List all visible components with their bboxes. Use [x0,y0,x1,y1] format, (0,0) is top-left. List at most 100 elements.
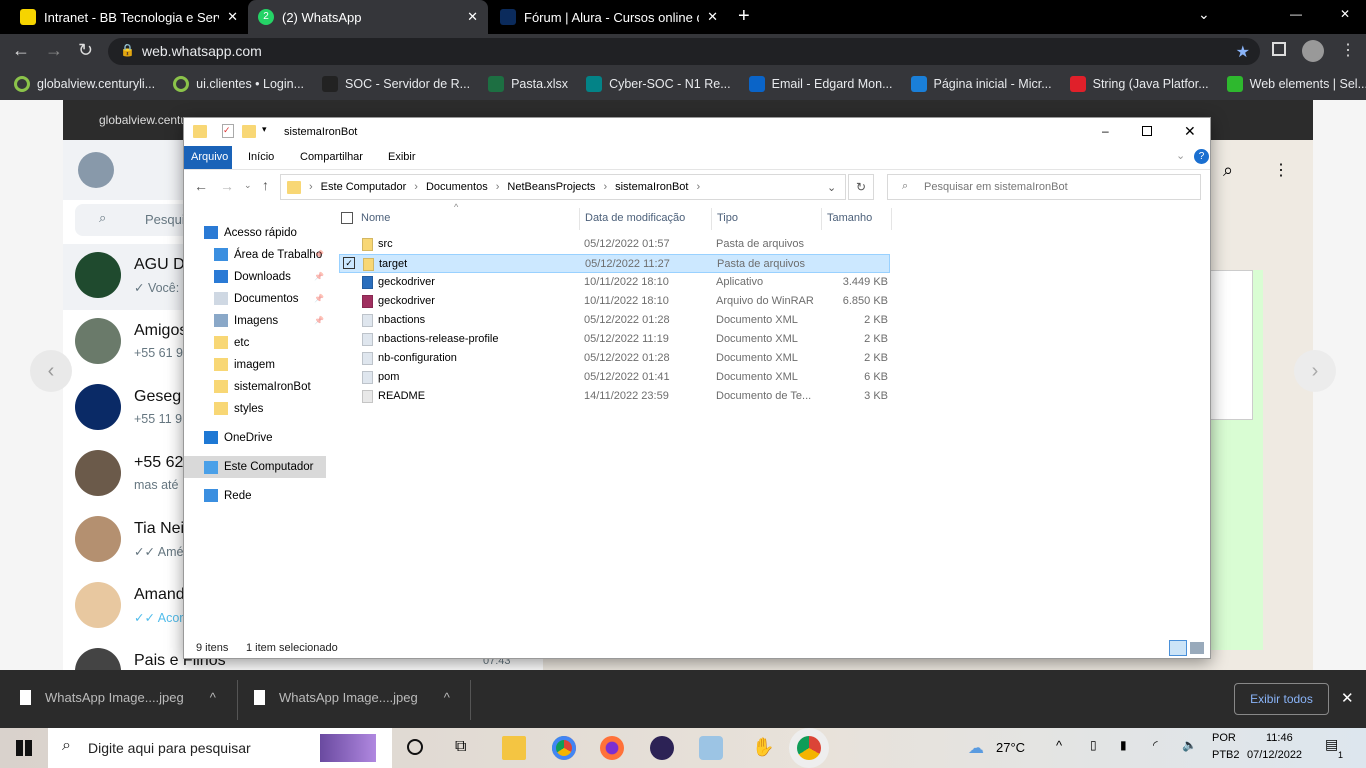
address-breadcrumb[interactable]: › Este Computador › Documentos › NetBeansP… [280,174,846,200]
up-icon[interactable]: ↑ [262,177,269,193]
refresh-icon[interactable]: ↻ [848,174,874,200]
file-explorer-icon[interactable] [502,736,526,760]
breadcrumb-item[interactable]: sistemaIronBot [615,181,688,193]
task-view-icon[interactable]: ⧉ [455,738,466,756]
meet-icon[interactable]: ▯ [1090,738,1097,752]
forward-icon[interactable]: → [220,178,234,194]
breadcrumb-item[interactable]: Documentos [426,181,488,193]
file-row[interactable]: ✓ target 05/12/2022 11:27 Pasta de arquivos [339,254,890,273]
chrome-icon[interactable] [552,736,576,760]
eclipse-icon[interactable] [650,736,674,760]
volume-icon[interactable]: 🔈 [1182,738,1197,752]
close-icon[interactable]: ✕ [1184,123,1196,140]
large-icons-view-button[interactable] [1190,642,1204,654]
bookmark-item[interactable]: Página inicial - Micr... [910,76,1052,92]
battery-icon[interactable]: ▮ [1120,738,1127,752]
bookmark-item[interactable]: Pasta.xlsx [488,76,568,92]
download-item[interactable]: WhatsApp Image....jpeg ^ [20,690,216,705]
new-tab-button[interactable]: + [738,5,750,28]
help-icon[interactable]: ? [1194,149,1209,164]
bookmark-item[interactable]: Email - Edgard Mon... [748,76,893,92]
wifi-icon[interactable]: ◜ [1153,738,1158,752]
file-row[interactable]: src 05/12/2022 01:57 Pasta de arquivos [339,235,890,254]
back-icon[interactable]: ← [12,40,30,61]
file-row[interactable]: nbactions-release-profile 05/12/2022 11:1… [339,330,890,349]
bookmark-item[interactable]: String (Java Platfor... [1069,76,1209,92]
close-tab-icon[interactable]: ✕ [467,9,478,25]
ribbon-tab-inicio[interactable]: Início [248,151,274,163]
file-row[interactable]: nbactions 05/12/2022 01:28 Documento XML 2 … [339,311,890,330]
breadcrumb-item[interactable]: NetBeansProjects [507,181,595,193]
keyboard-layout[interactable]: PTB2 [1212,749,1240,761]
column-data[interactable]: Data de modificação [579,208,685,230]
ribbon-tab-compartilhar[interactable]: Compartilhar [300,151,363,163]
close-tab-icon[interactable]: ✕ [707,9,718,25]
ribbon-tab-arquivo[interactable]: Arquivo [184,146,232,169]
tab-search-icon[interactable]: ⌄ [1198,6,1210,23]
bookmark-item[interactable]: ui.clientes • Login... [173,76,304,92]
clock-time[interactable]: 11:46 [1266,732,1293,744]
bookmark-item[interactable]: Cyber-SOC - N1 Re... [586,76,731,92]
quick-access-dropdown-icon[interactable]: ▾ [262,124,267,135]
forward-icon[interactable]: → [45,40,63,61]
explorer-search-input[interactable]: ⌕ Pesquisar em sistemaIronBot [887,174,1201,200]
close-tab-icon[interactable]: ✕ [227,9,238,25]
details-view-button[interactable] [1169,640,1187,656]
maximize-icon[interactable] [1142,126,1152,136]
file-row[interactable]: nb-configuration 05/12/2022 01:28 Document… [339,349,890,368]
reload-icon[interactable]: ↻ [78,40,93,61]
hand-tool-icon[interactable]: ✋ [752,737,774,758]
address-dropdown-icon[interactable]: ⌄ [827,181,836,194]
chrome-active-icon[interactable] [797,736,821,760]
new-folder-icon[interactable] [242,125,256,138]
recent-locations-icon[interactable]: ⌄ [244,180,252,191]
download-item[interactable]: WhatsApp Image....jpeg ^ [254,690,450,705]
minimize-icon[interactable]: – [1102,124,1109,138]
breadcrumb-item[interactable]: Este Computador [321,181,407,193]
column-tipo[interactable]: Tipo [711,208,738,230]
back-icon[interactable]: ← [194,178,208,194]
avatar[interactable] [78,152,114,188]
next-image-button[interactable]: › [1294,350,1336,392]
bookmark-star-icon[interactable]: ★ [1236,42,1250,62]
previous-image-button[interactable]: ‹ [30,350,72,392]
taskbar-search-input[interactable]: ⌕ Digite aqui para pesquisar [48,728,392,768]
select-all-checkbox[interactable] [341,212,353,224]
menu-icon[interactable]: ⋮ [1273,160,1289,180]
windows-start-icon[interactable] [16,740,32,756]
bookmark-item[interactable]: globalview.centuryli... [14,76,155,92]
close-window-icon[interactable]: ✕ [1340,7,1350,21]
file-row[interactable]: README 14/11/2022 23:59 Documento de Te...… [339,387,890,406]
tab-whatsapp[interactable]: 2 (2) WhatsApp ✕ [248,0,488,34]
ribbon-tab-exibir[interactable]: Exibir [388,151,416,163]
notifications-icon[interactable]: ▤ [1325,736,1338,753]
cortana-icon[interactable] [407,739,423,755]
column-tamanho[interactable]: Tamanho [821,208,892,230]
minimize-icon[interactable]: — [1290,7,1302,21]
expand-ribbon-icon[interactable]: ⌄ [1176,149,1185,162]
chevron-up-icon[interactable]: ^ [210,690,216,705]
menu-icon[interactable]: ⋮ [1340,40,1356,60]
file-row[interactable]: geckodriver 10/11/2022 18:10 Aplicativo 3.4… [339,273,890,292]
profile-avatar[interactable] [1302,40,1324,62]
row-checkbox[interactable]: ✓ [343,257,355,269]
side-panel-icon[interactable] [1272,42,1286,56]
address-bar[interactable]: 🔒 web.whatsapp.com ★ [108,38,1260,65]
search-icon[interactable]: ⌕ [1223,160,1233,181]
virtualbox-icon[interactable] [699,736,723,760]
file-row[interactable]: geckodriver 10/11/2022 18:10 Arquivo do Wi… [339,292,890,311]
firefox-icon[interactable] [600,736,624,760]
tab-intranet[interactable]: Intranet - BB Tecnologia e Serviços✕ [10,0,248,34]
bookmark-item[interactable]: SOC - Servidor de R... [322,76,470,92]
column-nome[interactable]: Nome [361,212,390,224]
clock-date[interactable]: 07/12/2022 [1247,749,1302,761]
bookmark-item[interactable]: Web elements | Sel... [1226,76,1366,92]
language-indicator[interactable]: POR [1212,732,1236,744]
chevron-up-icon[interactable]: ^ [444,690,450,705]
tab-alura[interactable]: Fórum | Alura - Cursos online de ✕ [490,0,728,34]
properties-icon[interactable]: ✓ [222,124,234,138]
show-hidden-icons[interactable]: ^ [1056,738,1062,753]
weather-temp[interactable]: 27°C [996,740,1025,755]
file-row[interactable]: pom 05/12/2022 01:41 Documento XML 6 KB [339,368,890,387]
close-download-bar-icon[interactable]: ✕ [1341,689,1354,707]
